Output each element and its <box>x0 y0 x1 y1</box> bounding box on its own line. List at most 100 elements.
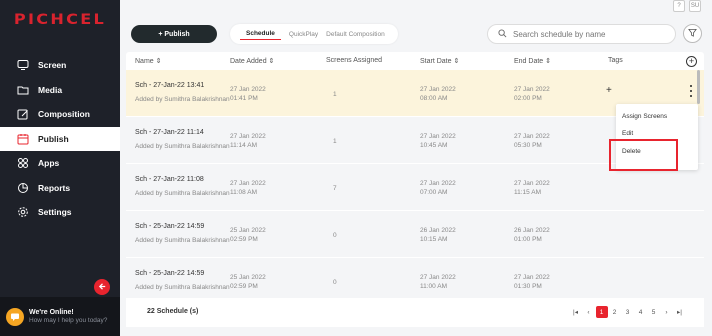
table-row[interactable]: Sch - 27-Jan-22 11:08 Added by Sumithra … <box>126 164 704 211</box>
filter-button[interactable] <box>683 24 702 43</box>
name-cell: Sch - 27-Jan-22 11:08 Added by Sumithra … <box>135 176 230 197</box>
start-date-cell: 27 Jan 2022 10:45 AM <box>420 133 456 149</box>
chat-text: We're Online! How may I help you today? <box>29 309 107 324</box>
help-button[interactable]: ? <box>673 0 685 12</box>
sidebar-item-label: Media <box>38 84 63 95</box>
name-cell: Sch - 27-Jan-22 13:41 Added by Sumithra … <box>135 82 230 103</box>
search-input[interactable] <box>513 29 663 39</box>
table-header: Name ⇕ Date Added ⇕ Screens Assigned Sta… <box>126 52 704 70</box>
added-by: Added by Sumithra Balakrishnan <box>135 190 230 197</box>
sidebar-item-label: Reports <box>38 182 71 193</box>
screens-assigned-cell: 0 <box>333 279 337 286</box>
apps-grid-icon <box>16 156 30 170</box>
sidebar-item-reports[interactable]: Reports <box>0 176 120 201</box>
column-header-date-added[interactable]: Date Added ⇕ <box>230 57 274 65</box>
page-button-5[interactable]: 5 <box>648 306 660 318</box>
monitor-icon <box>16 58 30 72</box>
page-button-3[interactable]: 3 <box>622 306 634 318</box>
schedule-count: 22 Schedule (s) <box>147 308 199 315</box>
start-date-cell: 27 Jan 2022 07:00 AM <box>420 180 456 196</box>
page-button-4[interactable]: 4 <box>635 306 647 318</box>
screens-assigned-cell: 1 <box>333 138 337 145</box>
schedule-name[interactable]: Sch - 25-Jan-22 14:59 <box>135 223 230 230</box>
table-footer: 22 Schedule (s) |◂ ‹ 1 2 3 4 5 › ▸| <box>126 298 704 327</box>
sidebar-item-settings[interactable]: Settings <box>0 200 120 225</box>
calendar-icon <box>16 132 30 146</box>
sidebar-item-label: Settings <box>38 207 72 218</box>
folder-icon <box>16 83 30 97</box>
end-date-cell: 27 Jan 2022 11:15 AM <box>514 180 550 196</box>
column-header-name[interactable]: Name ⇕ <box>135 57 162 65</box>
sidebar-item-label: Apps <box>38 158 60 169</box>
tab-schedule[interactable]: Schedule <box>240 28 281 40</box>
menu-item-assign-screens[interactable]: Assign Screens <box>622 113 667 120</box>
filter-icon <box>688 28 697 39</box>
prev-page-button[interactable]: ‹ <box>583 306 595 318</box>
delete-highlight-box <box>609 139 678 171</box>
add-tag-button[interactable]: + <box>606 85 612 96</box>
last-page-button[interactable]: ▸| <box>674 306 686 318</box>
sidebar: PICHCEL Screen Media Composition Publish <box>0 0 120 336</box>
start-date-cell: 27 Jan 2022 08:00 AM <box>420 86 456 102</box>
arrow-left-icon <box>98 282 107 293</box>
pagination: |◂ ‹ 1 2 3 4 5 › ▸| <box>569 306 686 318</box>
end-date-cell: 26 Jan 2022 01:00 PM <box>514 227 550 243</box>
first-page-button[interactable]: |◂ <box>570 306 582 318</box>
date-added-cell: 27 Jan 2022 11:08 AM <box>230 180 266 196</box>
user-avatar[interactable]: SU <box>689 0 701 12</box>
added-by: Added by Sumithra Balakrishnan <box>135 284 230 291</box>
name-cell: Sch - 25-Jan-22 14:59 Added by Sumithra … <box>135 223 230 244</box>
added-by: Added by Sumithra Balakrishnan <box>135 96 230 103</box>
chat-title: We're Online! <box>29 309 74 316</box>
table-row[interactable]: Sch - 25-Jan-22 14:59 Added by Sumithra … <box>126 211 704 258</box>
sidebar-item-screen[interactable]: Screen <box>0 53 120 78</box>
screens-assigned-cell: 1 <box>333 91 337 98</box>
schedule-name[interactable]: Sch - 27-Jan-22 13:41 <box>135 82 230 89</box>
chat-widget[interactable]: We're Online! How may I help you today? <box>0 297 120 336</box>
added-by: Added by Sumithra Balakrishnan <box>135 237 230 244</box>
end-date-cell: 27 Jan 2022 02:00 PM <box>514 86 550 102</box>
page-button-2[interactable]: 2 <box>609 306 621 318</box>
schedule-table: Name ⇕ Date Added ⇕ Screens Assigned Sta… <box>126 52 704 327</box>
row-actions-button[interactable] <box>689 85 693 97</box>
sidebar-item-apps[interactable]: Apps <box>0 151 120 176</box>
brand-logo[interactable]: PICHCEL <box>0 12 129 28</box>
search-box <box>487 24 676 44</box>
page-button-1[interactable]: 1 <box>595 306 608 318</box>
schedule-name[interactable]: Sch - 27-Jan-22 11:08 <box>135 176 230 183</box>
sidebar-item-media[interactable]: Media <box>0 78 120 103</box>
screens-assigned-cell: 7 <box>333 185 337 192</box>
tab-quickplay[interactable]: QuickPlay <box>289 29 318 40</box>
sidebar-item-label: Composition <box>38 109 90 120</box>
schedule-name[interactable]: Sch - 27-Jan-22 11:14 <box>135 129 230 136</box>
sidebar-item-composition[interactable]: Composition <box>0 102 120 127</box>
sidebar-item-publish[interactable]: Publish <box>0 126 120 151</box>
end-date-cell: 27 Jan 2022 05:30 PM <box>514 133 550 149</box>
column-header-start-date[interactable]: Start Date ⇕ <box>420 57 459 65</box>
schedule-tabs: Schedule QuickPlay Default Composition <box>230 24 398 44</box>
sidebar-item-label: Publish <box>38 133 69 144</box>
table-scrollbar[interactable] <box>697 70 700 104</box>
column-header-end-date[interactable]: End Date ⇕ <box>514 57 551 65</box>
menu-item-edit[interactable]: Edit <box>622 130 633 137</box>
publish-button[interactable]: + Publish <box>131 25 217 43</box>
add-column-button[interactable]: + <box>686 56 697 67</box>
search-icon <box>498 28 507 40</box>
chat-subtitle: How may I help you today? <box>29 317 108 324</box>
end-date-cell: 27 Jan 2022 01:30 PM <box>514 274 550 290</box>
date-added-cell: 27 Jan 2022 01:41 PM <box>230 86 266 102</box>
pie-chart-icon <box>16 181 30 195</box>
sidebar-item-label: Screen <box>38 60 67 71</box>
schedule-name[interactable]: Sch - 25-Jan-22 14:59 <box>135 270 230 277</box>
next-page-button[interactable]: › <box>661 306 673 318</box>
added-by: Added by Sumithra Balakrishnan <box>135 143 230 150</box>
column-header-screens-assigned: Screens Assigned <box>326 57 383 64</box>
date-added-cell: 27 Jan 2022 11:14 AM <box>230 133 266 149</box>
name-cell: Sch - 27-Jan-22 11:14 Added by Sumithra … <box>135 129 230 150</box>
column-header-tags: Tags <box>608 57 623 64</box>
sidebar-nav: Screen Media Composition Publish Apps Re… <box>0 53 120 225</box>
collapse-sidebar-button[interactable] <box>94 279 110 295</box>
gear-icon <box>16 205 30 219</box>
start-date-cell: 26 Jan 2022 10:15 AM <box>420 227 456 243</box>
tab-default-composition[interactable]: Default Composition <box>326 29 385 40</box>
